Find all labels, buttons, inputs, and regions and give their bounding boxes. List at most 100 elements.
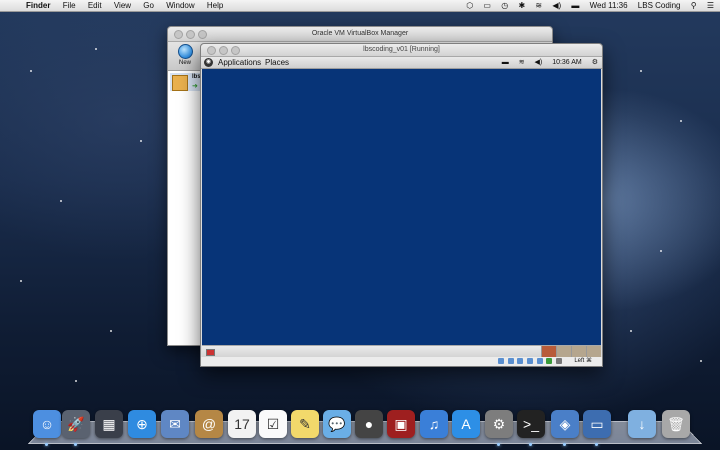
running-indicator <box>563 443 566 446</box>
host-key: Left ⌘ <box>574 358 592 364</box>
new-label: New <box>178 60 191 66</box>
dock-contacts-icon[interactable]: @ <box>195 410 223 438</box>
dock-virtualbox-icon[interactable]: ◈ <box>551 410 579 438</box>
usb-icon[interactable] <box>517 358 524 364</box>
bluetooth-icon[interactable]: ✱ <box>518 1 525 10</box>
status-area: ⬡ ▭ ◷ ✱ ≋ ◀) ▬ Wed 11:36 LBS Coding ⚲ ☰ <box>458 0 714 11</box>
running-indicator <box>529 443 532 446</box>
volume-icon[interactable]: ◀) <box>535 59 543 66</box>
menu-edit[interactable]: Edit <box>88 1 102 10</box>
dock-calendar-icon[interactable]: 17 <box>228 410 256 438</box>
star <box>640 70 642 72</box>
star <box>140 140 142 142</box>
vm-window: lbscoding_v01 [Running] ◉ Applications P… <box>200 43 603 367</box>
star <box>75 380 77 382</box>
ubuntu-logo-icon[interactable]: ◉ <box>204 58 213 67</box>
menu-list: Finder File Edit View Go Window Help <box>26 0 233 11</box>
timemachine-icon[interactable]: ◷ <box>501 1 508 10</box>
volume-icon[interactable]: ◀) <box>552 1 561 10</box>
guest-clock[interactable]: 10:36 AM <box>552 59 582 66</box>
running-indicator <box>74 443 77 446</box>
vm-titlebar[interactable]: lbscoding_v01 [Running] <box>201 44 602 57</box>
vm-list: lbs ➜ <box>168 71 203 345</box>
mouse-integration-icon[interactable] <box>556 358 562 364</box>
dock-vm-display-icon[interactable]: ▭ <box>583 410 611 438</box>
dock-downloads-icon[interactable]: ↓ <box>628 410 656 438</box>
zoom-button[interactable] <box>198 30 207 39</box>
dock-notes-icon[interactable]: ✎ <box>291 410 319 438</box>
shared-folder-icon[interactable] <box>526 358 533 364</box>
wifi-icon[interactable]: ≋ <box>535 1 542 10</box>
status-icons <box>496 358 562 368</box>
star <box>20 280 22 282</box>
hdd-icon[interactable] <box>497 358 504 364</box>
menu-finder[interactable]: Finder <box>26 1 50 10</box>
star <box>700 360 702 362</box>
gear-icon[interactable]: ⚙ <box>592 59 598 66</box>
menu-file[interactable]: File <box>63 1 76 10</box>
dock-safari-icon[interactable]: ⊕ <box>128 410 156 438</box>
menu-go[interactable]: Go <box>143 1 154 10</box>
dock-terminal-icon[interactable]: >_ <box>517 410 545 438</box>
guest-top-panel: ◉ Applications Places ▬ ≋ ◀) 10:36 AM ⚙ <box>201 57 602 69</box>
star <box>110 330 112 332</box>
dock-mission-control-icon[interactable]: ▦ <box>95 410 123 438</box>
dock-facetime-icon[interactable]: ● <box>355 410 383 438</box>
dock-finder-icon[interactable]: ☺ <box>33 410 61 438</box>
battery-icon[interactable]: ▬ <box>502 59 509 66</box>
guest-desktop[interactable] <box>202 69 601 345</box>
dock-launchpad-icon[interactable]: 🚀 <box>62 410 90 438</box>
running-indicator <box>45 443 48 446</box>
menu-window[interactable]: Window <box>166 1 194 10</box>
menu-help[interactable]: Help <box>207 1 223 10</box>
display-icon[interactable]: ▭ <box>483 1 491 10</box>
dock-system-preferences-icon[interactable]: ⚙ <box>485 410 513 438</box>
cd-icon[interactable] <box>507 358 514 364</box>
show-desktop-icon[interactable] <box>206 349 215 356</box>
dock-mail-icon[interactable]: ✉ <box>161 410 189 438</box>
dock-trash-icon[interactable]: 🗑 <box>662 410 690 438</box>
workspace-2[interactable] <box>556 346 571 357</box>
new-icon <box>177 44 193 59</box>
notification-center-icon[interactable]: ☰ <box>707 1 714 10</box>
applications-menu[interactable]: Applications <box>218 57 261 68</box>
vm-os-icon <box>172 75 188 91</box>
user-name[interactable]: LBS Coding <box>638 1 681 10</box>
workspace-4[interactable] <box>586 346 601 357</box>
vbm-title: Oracle VM VirtualBox Manager <box>311 30 409 37</box>
menu-view[interactable]: View <box>114 1 131 10</box>
workspace-3[interactable] <box>571 346 586 357</box>
workspace-1[interactable] <box>541 346 556 357</box>
dock-reminders-icon[interactable]: ☑ <box>259 410 287 438</box>
close-button[interactable] <box>207 46 216 55</box>
network-icon[interactable] <box>546 358 553 364</box>
guest-tray: ▬ ≋ ◀) 10:36 AM ⚙ <box>494 57 598 68</box>
minimize-button[interactable] <box>186 30 195 39</box>
places-menu[interactable]: Places <box>265 57 289 68</box>
running-indicator <box>497 443 500 446</box>
vm-list-item[interactable]: lbs ➜ <box>170 73 201 91</box>
new-vm-button[interactable]: New <box>174 44 196 66</box>
display-icon[interactable] <box>536 358 543 364</box>
network-icon[interactable]: ≋ <box>519 59 525 66</box>
star <box>660 250 662 252</box>
star <box>95 48 97 50</box>
menubar-clock[interactable]: Wed 11:36 <box>590 1 628 10</box>
close-button[interactable] <box>174 30 183 39</box>
running-arrow-icon: ➜ <box>192 83 198 90</box>
dock-app-store-icon[interactable]: A <box>452 410 480 438</box>
dropbox-icon[interactable]: ⬡ <box>466 1 473 10</box>
minimize-button[interactable] <box>219 46 228 55</box>
running-indicator <box>595 443 598 446</box>
battery-icon[interactable]: ▬ <box>571 1 579 10</box>
spotlight-icon[interactable]: ⚲ <box>691 1 697 10</box>
zoom-button[interactable] <box>231 46 240 55</box>
star <box>30 70 32 72</box>
dock-messages-icon[interactable]: 💬 <box>323 410 351 438</box>
dock-itunes-icon[interactable]: ♫ <box>420 410 448 438</box>
vbm-titlebar[interactable]: Oracle VM VirtualBox Manager <box>168 27 552 42</box>
star <box>60 200 62 202</box>
guest-bottom-panel <box>202 345 601 357</box>
dock-photo-booth-icon[interactable]: ▣ <box>387 410 415 438</box>
star <box>630 330 632 332</box>
